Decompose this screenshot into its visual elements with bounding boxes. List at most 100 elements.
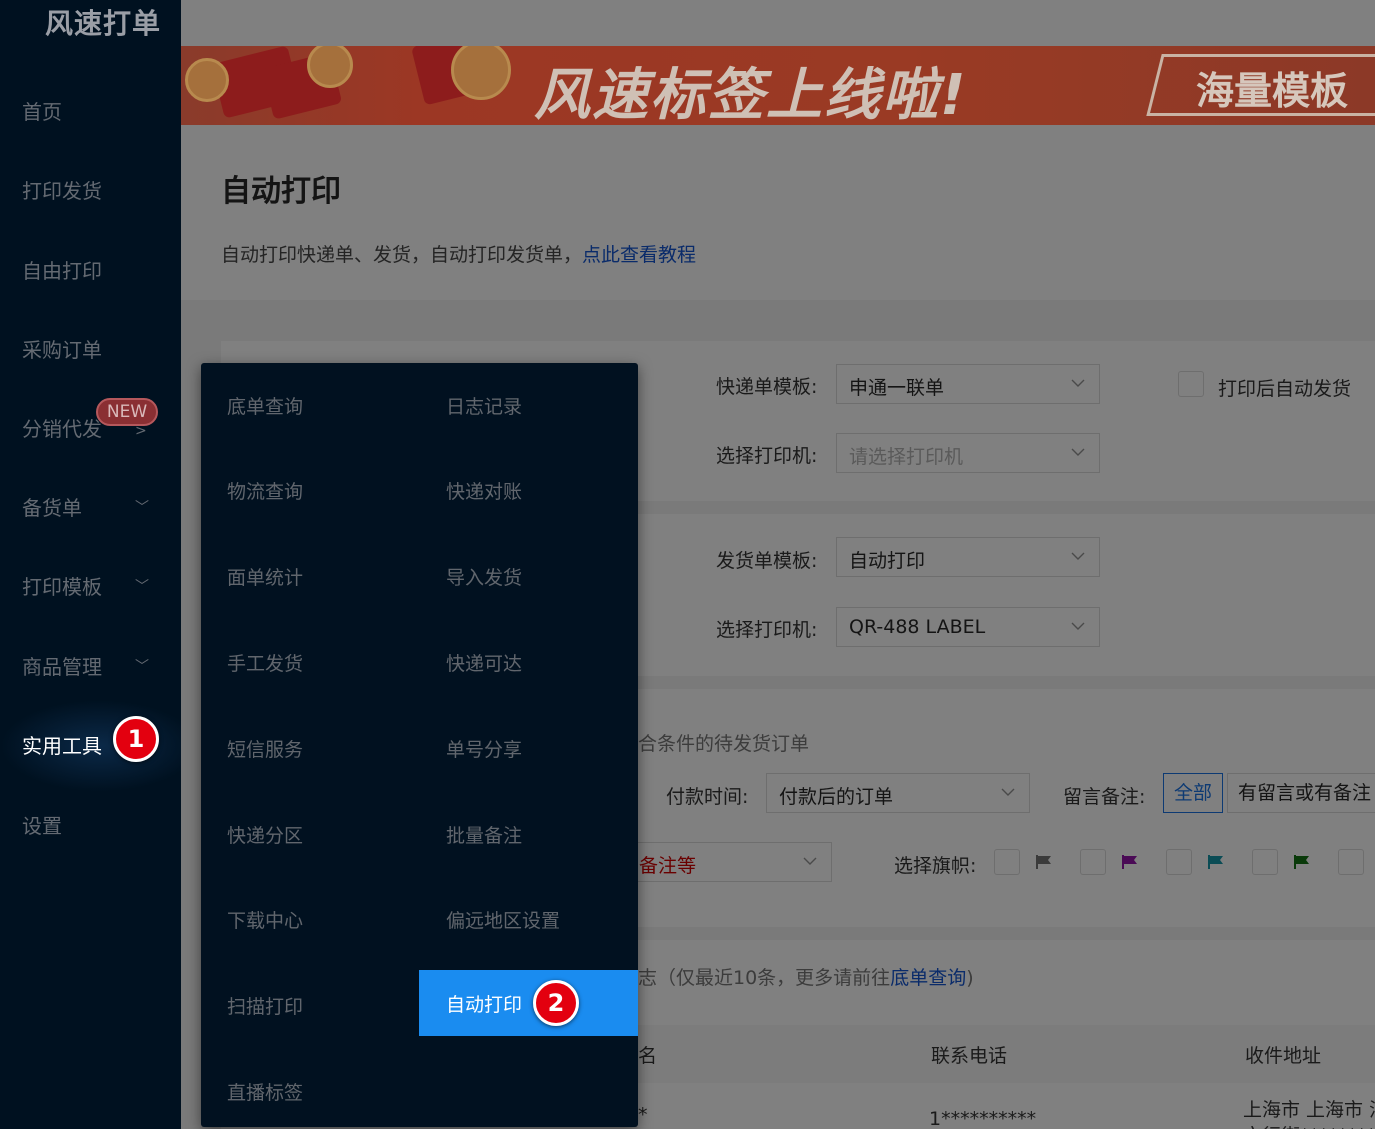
tutorial-link[interactable]: 点此查看教程	[582, 244, 696, 266]
menu-item-waybill-stats[interactable]: 面单统计	[227, 563, 303, 590]
menu-item-express-zones[interactable]: 快递分区	[227, 821, 303, 848]
column-header-phone: 联系电话	[931, 1045, 1008, 1067]
payment-time-label: 付款时间:	[666, 786, 749, 808]
coin-icon	[185, 58, 229, 102]
sidebar-item-label: 商品管理	[22, 655, 102, 679]
invoice-printer-select[interactable]: QR-488 LABEL	[836, 607, 1100, 647]
chevron-down-icon: ﹀	[135, 500, 149, 516]
chevron-down-icon	[1071, 552, 1085, 560]
banner-tag-text: 海量模板	[1196, 69, 1349, 113]
new-badge: NEW	[96, 398, 158, 426]
cell-address-line2: 文行街**********	[1243, 1121, 1375, 1129]
remark-option-all[interactable]: 全部	[1163, 773, 1224, 813]
express-printer-label: 选择打印机:	[716, 445, 818, 467]
log-description: 志（仅最近10条，更多请前往	[638, 967, 891, 989]
chevron-down-icon	[803, 857, 817, 865]
purple-flag-icon	[1122, 855, 1137, 869]
select-placeholder: 请选择打印机	[849, 446, 964, 468]
payment-time-select[interactable]: 付款后的订单	[766, 773, 1030, 813]
menu-item-logistics-query[interactable]: 物流查询	[227, 477, 303, 504]
menu-item-remote-area-settings[interactable]: 偏远地区设置	[446, 906, 560, 933]
flag-checkbox-cyan[interactable]	[1166, 849, 1192, 875]
menu-item-tracking-share[interactable]: 单号分享	[446, 735, 522, 762]
menu-item-auto-print-label: 自动打印	[446, 994, 523, 1016]
select-value: QR-488 LABEL	[849, 616, 986, 638]
page-description: 自动打印快递单、发货，自动打印发货单，点此查看教程	[221, 240, 696, 267]
flag-checkbox-purple[interactable]	[1080, 849, 1106, 875]
sidebar-item-free-print[interactable]: 自由打印	[22, 251, 172, 291]
page-title: 自动打印	[221, 174, 341, 209]
sidebar-item-settings[interactable]: 设置	[22, 806, 172, 846]
sidebar-item-label: 设置	[22, 814, 62, 838]
express-template-label: 快递单模板:	[716, 376, 818, 398]
flag-checkbox-gray[interactable]	[994, 849, 1020, 875]
chevron-down-icon	[1001, 788, 1015, 796]
select-value: 申通一联单	[849, 377, 945, 399]
invoice-template-select[interactable]: 自动打印	[836, 537, 1100, 577]
auto-ship-checkbox[interactable]	[1178, 371, 1204, 397]
filter-section-text: 合条件的待发货订单	[638, 733, 810, 755]
sidebar-item-label: 首页	[22, 100, 62, 124]
description-text: 自动打印快递单、发货，自动打印发货单，	[221, 244, 583, 266]
menu-item-sms-service[interactable]: 短信服务	[227, 735, 303, 762]
sidebar-item-home[interactable]: 首页	[22, 92, 172, 132]
sidebar-item-print-templates[interactable]: 打印模板 ﹀	[22, 567, 172, 607]
green-flag-icon	[1294, 855, 1309, 869]
sidebar-item-purchase-orders[interactable]: 采购订单	[22, 330, 172, 370]
invoice-printer-label: 选择打印机:	[716, 619, 818, 641]
select-value: 备注等	[639, 855, 697, 877]
coin-icon	[451, 46, 511, 100]
menu-item-bottom-order-query[interactable]: 底单查询	[227, 392, 303, 419]
sidebar-item-label: 备货单	[22, 496, 82, 520]
flag-checkbox-green[interactable]	[1252, 849, 1278, 875]
log-tail: )	[966, 967, 974, 989]
express-template-select[interactable]: 申通一联单	[836, 364, 1100, 404]
invoice-template-label: 发货单模板:	[716, 550, 818, 572]
flag-checkbox-more[interactable]	[1338, 849, 1364, 875]
log-text: 志（仅最近10条，更多请前往底单查询)	[638, 963, 974, 990]
app-logo: 风速打单	[45, 7, 162, 40]
sidebar-item-stock-list[interactable]: 备货单 ﹀	[22, 488, 172, 528]
chevron-down-icon: ﹀	[135, 659, 149, 675]
sidebar: 风速打单 首页 打印发货 自由打印 采购订单 分销代发 > NEW 备货单 ﹀ …	[0, 0, 181, 1129]
bottom-order-query-link[interactable]: 底单查询	[890, 967, 966, 989]
auto-ship-label: 打印后自动发货	[1218, 378, 1352, 400]
cell-address: 上海市 上海市 浦	[1243, 1099, 1375, 1121]
menu-item-live-labels[interactable]: 直播标签	[227, 1078, 303, 1105]
promo-banner[interactable]: 风速标签上线啦! 海量模板	[181, 46, 1375, 125]
remark-option-has-remark[interactable]: 有留言或有备注	[1227, 773, 1375, 813]
menu-item-log-records[interactable]: 日志记录	[446, 392, 522, 419]
menu-item-manual-shipping[interactable]: 手工发货	[227, 649, 303, 676]
sidebar-item-products[interactable]: 商品管理 ﹀	[22, 647, 172, 687]
menu-item-express-reachable[interactable]: 快递可达	[446, 649, 522, 676]
chevron-down-icon	[1071, 379, 1085, 387]
chevron-down-icon	[1071, 448, 1085, 456]
sidebar-item-label: 实用工具	[22, 734, 102, 758]
menu-item-import-shipping[interactable]: 导入发货	[446, 563, 522, 590]
menu-item-scan-print[interactable]: 扫描打印	[227, 992, 303, 1019]
gray-flag-icon	[1036, 855, 1051, 869]
title-panel	[181, 125, 1375, 300]
remark-label: 留言备注:	[1063, 786, 1146, 808]
menu-item-download-center[interactable]: 下载中心	[227, 906, 303, 933]
callout-badge-1: 1	[113, 716, 159, 762]
menu-item-express-reconciliation[interactable]: 快递对账	[446, 477, 522, 504]
cyan-flag-icon	[1208, 855, 1223, 869]
chevron-down-icon	[1071, 622, 1085, 630]
banner-headline: 风速标签上线啦!	[534, 63, 968, 125]
express-printer-select[interactable]: 请选择打印机	[836, 433, 1100, 473]
sidebar-item-print-ship[interactable]: 打印发货	[22, 171, 172, 211]
sidebar-item-label: 采购订单	[22, 338, 102, 362]
flag-label: 选择旗帜:	[894, 855, 977, 877]
select-value: 自动打印	[849, 550, 926, 572]
sidebar-item-label: 自由打印	[22, 259, 102, 283]
chevron-down-icon: ﹀	[135, 579, 149, 595]
sidebar-item-label: 打印发货	[22, 179, 102, 203]
select-value: 付款后的订单	[779, 786, 894, 808]
coin-icon	[307, 46, 353, 88]
menu-item-batch-remarks[interactable]: 批量备注	[446, 821, 522, 848]
sidebar-item-label: 打印模板	[22, 575, 102, 599]
top-strip	[181, 0, 1375, 46]
column-header-address: 收件地址	[1245, 1045, 1322, 1067]
cell-phone: 1**********	[929, 1108, 1037, 1129]
